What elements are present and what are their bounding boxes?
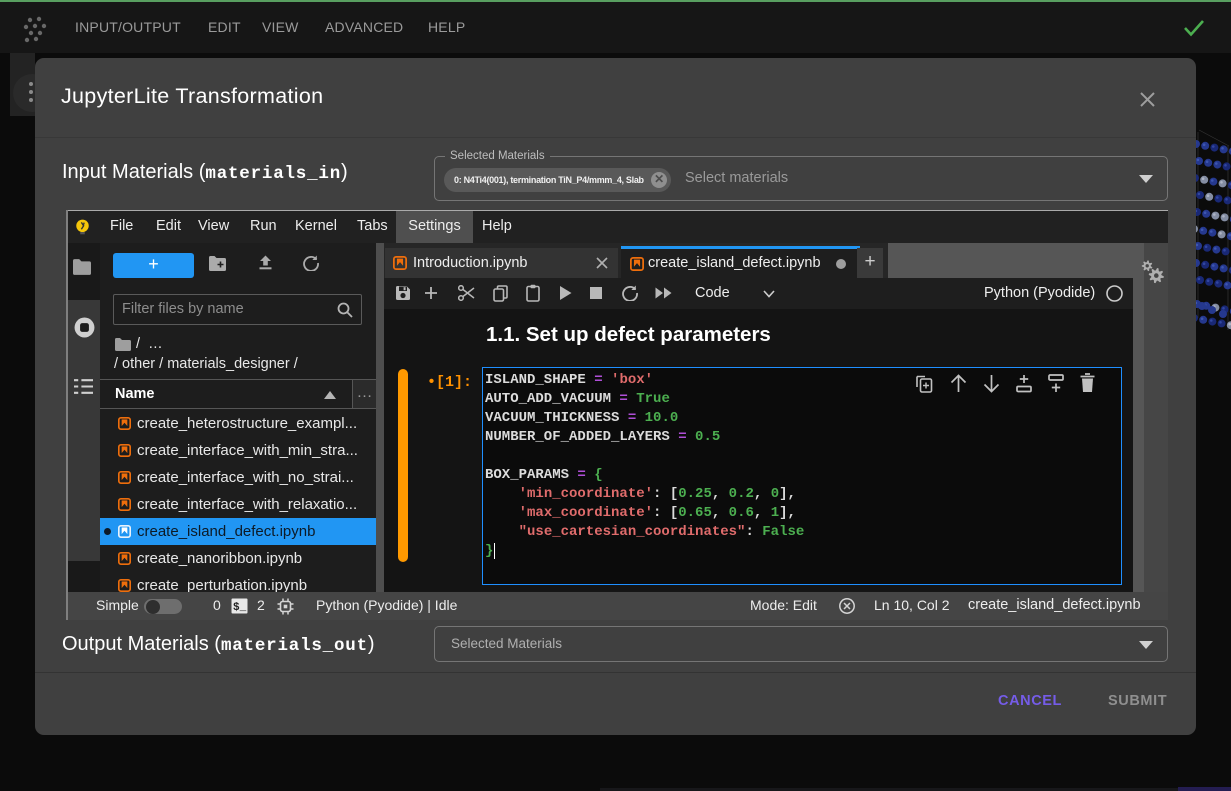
svg-text:$_: $_ — [233, 602, 247, 614]
